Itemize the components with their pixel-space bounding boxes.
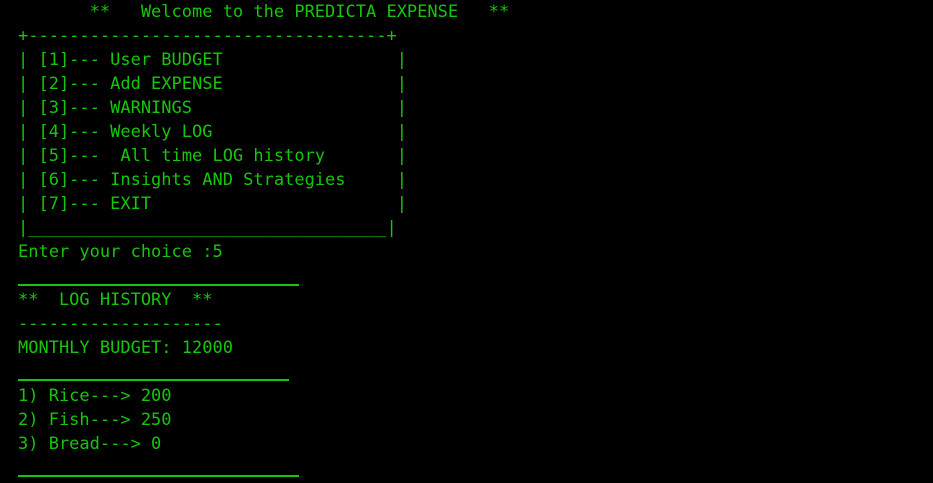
menu-item-all-time-log: | [5]--- All time LOG history | <box>18 146 407 166</box>
monthly-budget-line: MONTHLY BUDGET: 12000 <box>18 338 233 358</box>
log-entry: 2) Fish---> 250 <box>18 410 172 430</box>
menu-top-border: +-----------------------------------+ <box>18 26 397 46</box>
menu-item-user-budget: | [1]--- User BUDGET | <box>18 50 407 70</box>
log-entry: 3) Bread---> 0 <box>18 434 162 454</box>
welcome-banner: ** Welcome to the PREDICTA EXPENSE ** <box>18 2 510 22</box>
log-history-underline: -------------------- <box>18 314 223 334</box>
log-history-title: ** LOG HISTORY ** <box>18 290 213 310</box>
separator-rule <box>18 379 289 381</box>
menu-item-warnings: | [3]--- WARNINGS | <box>18 98 407 118</box>
menu-item-weekly-log: | [4]--- Weekly LOG | <box>18 122 407 142</box>
separator-rule <box>18 284 299 286</box>
menu-item-insights: | [6]--- Insights AND Strategies | <box>18 170 407 190</box>
choice-prompt: Enter your choice :5 <box>18 242 223 262</box>
menu-item-add-expense: | [2]--- Add EXPENSE | <box>18 74 407 94</box>
log-entry: 1) Rice---> 200 <box>18 386 172 406</box>
menu-bottom-border: |___________________________________| <box>18 218 397 238</box>
separator-rule <box>18 475 299 477</box>
terminal-window[interactable]: ** Welcome to the PREDICTA EXPENSE ** +-… <box>0 0 933 483</box>
menu-item-exit: | [7]--- EXIT | <box>18 194 407 214</box>
